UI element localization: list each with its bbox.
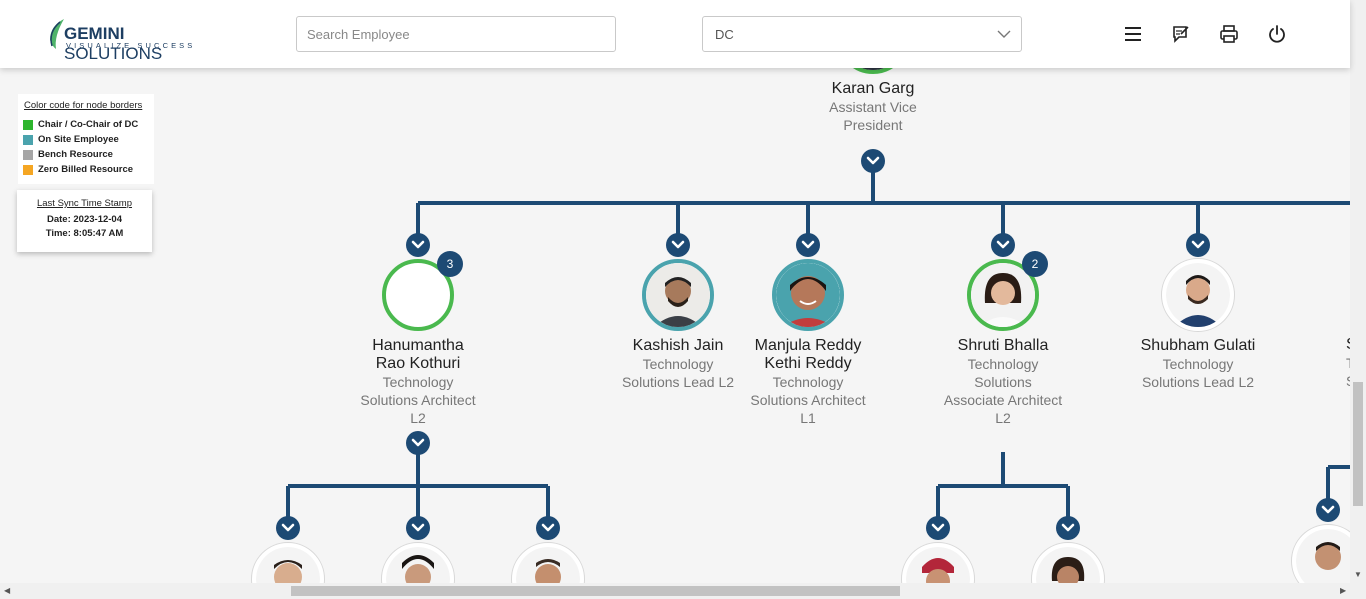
chevron-down-icon (541, 523, 555, 532)
reportee-count-badge: 2 (1022, 251, 1048, 277)
expand-button[interactable] (1316, 498, 1340, 522)
chevron-down-icon (866, 156, 880, 165)
menu-icon[interactable] (1123, 24, 1143, 44)
expand-button[interactable] (536, 516, 560, 540)
reportee-count-badge: 3 (437, 251, 463, 277)
scroll-left-arrow-icon[interactable]: ◀ (4, 586, 10, 595)
expand-button[interactable] (926, 516, 950, 540)
legend-swatch (23, 119, 33, 130)
node-role-line: Solutions Architect (360, 392, 476, 408)
node-name: Shubham Gulati (1140, 337, 1256, 354)
chevron-down-icon (1061, 523, 1075, 532)
horizontal-scrollbar[interactable]: ◀ ▶ (0, 583, 1366, 599)
scroll-right-arrow-icon[interactable]: ▶ (1340, 586, 1346, 595)
node-role-line: Technology (772, 374, 844, 390)
org-node[interactable]: 2 Shruti Bhalla Technology Solutions Ass… (923, 251, 1083, 427)
expand-button[interactable] (276, 516, 300, 540)
node-name: Shruti Bhalla (957, 337, 1049, 354)
expand-button[interactable] (1186, 233, 1210, 257)
node-name: Rao Kothuri (375, 355, 461, 372)
expand-button[interactable] (406, 233, 430, 257)
node-role-line: Technology (382, 374, 454, 390)
org-node[interactable]: Manjula Reddy Kethi Reddy Technology Sol… (728, 259, 888, 427)
dc-select-value: DC (715, 27, 734, 42)
node-role-line: L1 (800, 410, 816, 426)
legend-title: Color code for node borders (24, 100, 143, 111)
expand-button[interactable] (666, 233, 690, 257)
logo-tagline: VISUALIZE SUCCESS (66, 41, 196, 50)
legend-item: Zero Billed Resource (23, 162, 149, 177)
avatar: 3 (382, 251, 463, 331)
expand-button[interactable] (991, 233, 1015, 257)
node-role-line: L2 (410, 410, 426, 426)
sync-time: Time: 8:05:47 AM (45, 228, 124, 239)
node-name: Karan Garg (831, 80, 915, 97)
chevron-down-icon (931, 523, 945, 532)
expand-button[interactable] (406, 516, 430, 540)
node-role-line: Solutions (974, 374, 1032, 390)
node-role-line: L2 (995, 410, 1011, 426)
chevron-down-icon (281, 523, 295, 532)
chevron-down-icon (411, 523, 425, 532)
legend-swatch (23, 164, 33, 175)
legend-item: Chair / Co-Chair of DC (23, 117, 149, 132)
horizontal-scroll-thumb[interactable] (291, 586, 900, 596)
sync-date: Date: 2023-12-04 (47, 214, 122, 225)
legend-item: Bench Resource (23, 147, 149, 162)
node-role-line: President (843, 117, 903, 133)
dc-select[interactable]: DC (702, 16, 1022, 52)
print-icon[interactable] (1219, 24, 1239, 44)
chevron-down-icon (1191, 240, 1205, 249)
org-node[interactable]: 3 Hanumantha Rao Kothuri Technology Solu… (338, 251, 498, 427)
chevron-down-icon (671, 240, 685, 249)
expand-button[interactable] (406, 431, 430, 455)
legend-swatch (23, 149, 33, 160)
scroll-down-arrow-icon[interactable]: ▼ (1354, 570, 1362, 579)
node-name: Hanumantha (372, 337, 464, 354)
node-name: Manjula Reddy (754, 337, 862, 354)
feedback-icon[interactable] (1171, 24, 1191, 44)
expand-button[interactable] (796, 233, 820, 257)
node-role-line: Technology (967, 356, 1039, 372)
expand-button-root[interactable] (861, 149, 885, 173)
sync-title: Last Sync Time Stamp (36, 198, 133, 209)
chevron-down-icon (996, 240, 1010, 249)
top-header: GEMINI SOLUTIONS VISUALIZE SUCCESS DC (0, 0, 1350, 68)
legend-swatch (23, 134, 33, 145)
search-employee-input[interactable] (296, 16, 616, 52)
node-role-line: Assistant Vice (829, 99, 917, 115)
org-node[interactable]: Shubham Gulati Technology Solutions Lead… (1118, 259, 1278, 391)
chevron-down-icon (801, 240, 815, 249)
node-role-line: Solutions Architect (750, 392, 866, 408)
last-sync-card: Last Sync Time Stamp Date: 2023-12-04 Ti… (17, 190, 152, 252)
node-name: Kethi Reddy (764, 355, 852, 372)
avatar (772, 259, 844, 331)
vertical-scroll-thumb[interactable] (1353, 382, 1363, 506)
legend-item: On Site Employee (23, 132, 149, 147)
avatar (642, 259, 714, 331)
chevron-down-icon (411, 240, 425, 249)
node-role-line: Solutions Lead L2 (1141, 374, 1255, 390)
vertical-scrollbar[interactable]: ▼ (1350, 0, 1366, 583)
org-chart-canvas[interactable]: Karan Garg Assistant Vice President 3 Ha… (0, 0, 1354, 583)
node-role-line: Associate Architect (943, 392, 1063, 408)
chevron-down-icon (1321, 505, 1335, 514)
expand-button[interactable] (1056, 516, 1080, 540)
org-chart-app: Karan Garg Assistant Vice President 3 Ha… (0, 0, 1366, 599)
border-color-legend: Color code for node borders Chair / Co-C… (18, 94, 154, 184)
company-logo[interactable]: GEMINI SOLUTIONS VISUALIZE SUCCESS (46, 18, 216, 63)
avatar: 2 (967, 251, 1048, 331)
avatar (1162, 259, 1234, 331)
node-role-line: Technology (1162, 356, 1234, 372)
chevron-down-icon (411, 438, 425, 447)
power-icon[interactable] (1267, 24, 1287, 44)
chevron-down-icon (997, 30, 1011, 38)
